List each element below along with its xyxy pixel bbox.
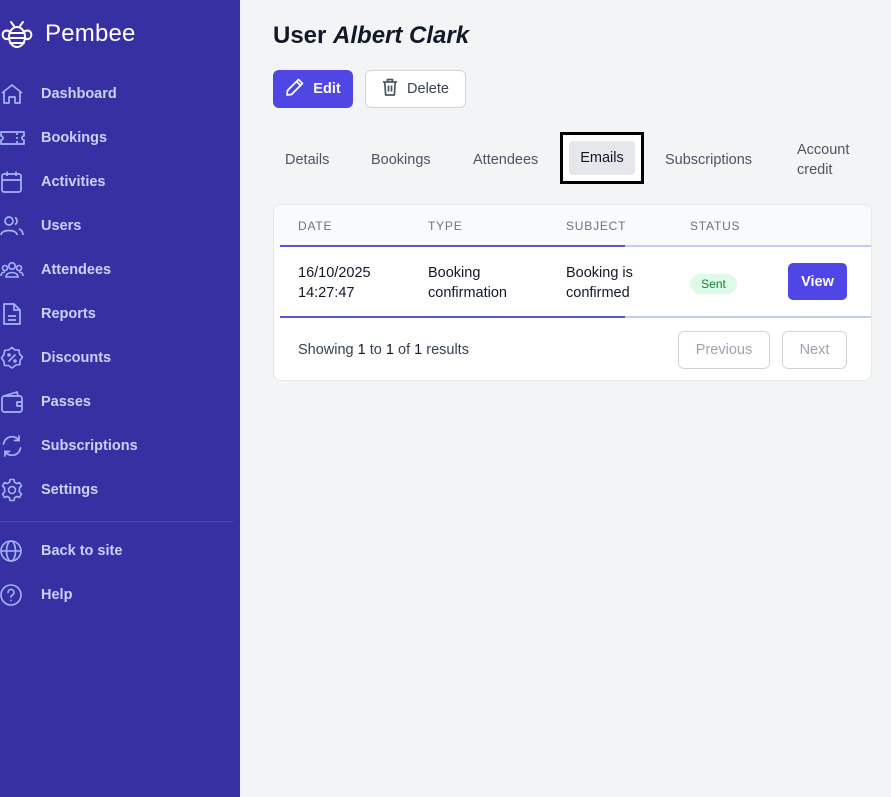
edit-button[interactable]: Edit [273, 70, 353, 108]
tab-emails-highlight: Emails [560, 132, 644, 184]
brand[interactable]: Pembee [0, 16, 136, 52]
tab-account-credit-line2: credit [797, 162, 833, 178]
tab-details[interactable]: Details [285, 150, 329, 170]
column-header-status: STATUS [690, 219, 741, 233]
status-badge: Sent [690, 274, 737, 294]
scrollbar-track[interactable] [625, 316, 871, 318]
tab-account-credit-line1: Account [797, 142, 850, 158]
results-to-word: to [369, 342, 382, 358]
header-scroll-track [625, 245, 871, 247]
tab-account-credit[interactable]: Account credit [797, 140, 849, 180]
delete-button-label: Delete [407, 81, 449, 97]
sidebar-item-label: Back to site [41, 543, 123, 559]
sidebar: Pembee Dashboard Bookings Activities Use… [0, 0, 240, 797]
user-group-icon [0, 257, 26, 283]
tab-emails[interactable]: Emails [569, 141, 635, 175]
column-header-subject: SUBJECT [566, 219, 627, 233]
main-content: User Albert Clark Edit Delete Details Bo… [240, 0, 891, 797]
brand-name: Pembee [45, 20, 136, 47]
cell-date: 16/10/2025 14:27:47 [298, 263, 371, 303]
sidebar-item-label: Subscriptions [41, 438, 138, 454]
delete-button[interactable]: Delete [365, 70, 466, 108]
sidebar-item-reports[interactable]: Reports [0, 298, 232, 330]
sidebar-item-label: Dashboard [41, 86, 117, 102]
bee-logo-icon [0, 16, 36, 52]
scrollbar-thumb[interactable] [280, 316, 625, 318]
cell-type-line2: confirmation [428, 285, 507, 301]
results-total: 1 [414, 342, 423, 358]
users-icon [0, 213, 26, 239]
question-icon [0, 582, 26, 608]
sidebar-item-activities[interactable]: Activities [0, 166, 232, 198]
cell-subject-line1: Booking is [566, 265, 633, 281]
cell-subject-line2: confirmed [566, 285, 630, 301]
sidebar-item-discounts[interactable]: Discounts [0, 342, 232, 374]
sidebar-item-bookings[interactable]: Bookings [0, 122, 232, 154]
trash-icon [382, 78, 398, 100]
sidebar-divider [0, 521, 233, 522]
sidebar-item-label: Attendees [41, 262, 112, 278]
edit-button-label: Edit [313, 81, 341, 97]
results-word: results [426, 342, 469, 358]
sidebar-item-label: Settings [41, 482, 99, 498]
wallet-icon [0, 389, 26, 415]
cell-type: Booking confirmation [428, 263, 507, 303]
cell-date-time: 14:27:47 [298, 285, 355, 301]
header-scroll-indicator [280, 245, 625, 247]
page-title-user-name: Albert Clark [333, 22, 470, 49]
sidebar-item-label: Discounts [41, 350, 112, 366]
cell-type-line1: Booking [428, 265, 481, 281]
page-title-prefix: User [273, 22, 327, 49]
ticket-icon [0, 125, 26, 151]
sidebar-item-passes[interactable]: Passes [0, 386, 232, 418]
results-summary: Showing 1 to 1 of 1 results [298, 342, 469, 358]
column-header-date: DATE [298, 219, 333, 233]
document-icon [0, 301, 26, 327]
next-button[interactable]: Next [782, 331, 847, 369]
sidebar-item-users[interactable]: Users [0, 210, 232, 242]
sidebar-item-settings[interactable]: Settings [0, 474, 232, 506]
cell-date-day: 16/10/2025 [298, 265, 371, 281]
percent-badge-icon [0, 345, 26, 371]
column-header-type: TYPE [428, 219, 463, 233]
emails-table-card: DATE TYPE SUBJECT STATUS 16/10/2025 14:2… [273, 204, 872, 381]
view-button[interactable]: View [788, 263, 847, 300]
refresh-icon [0, 433, 26, 459]
sidebar-item-help[interactable]: Help [0, 579, 232, 611]
table-header: DATE TYPE SUBJECT STATUS [274, 205, 871, 247]
sidebar-item-attendees[interactable]: Attendees [0, 254, 232, 286]
results-to: 1 [385, 342, 394, 358]
cell-subject: Booking is confirmed [566, 263, 633, 303]
calendar-icon [0, 169, 26, 195]
results-showing-word: Showing [298, 342, 354, 358]
results-of-word: of [398, 342, 411, 358]
tab-bookings[interactable]: Bookings [371, 150, 431, 170]
globe-icon [0, 538, 26, 564]
previous-button[interactable]: Previous [678, 331, 770, 369]
sidebar-item-label: Reports [41, 306, 96, 322]
sidebar-item-label: Passes [41, 394, 91, 410]
pencil-icon [285, 77, 305, 101]
tab-attendees[interactable]: Attendees [473, 150, 538, 170]
sidebar-item-subscriptions[interactable]: Subscriptions [0, 430, 232, 462]
home-icon [0, 81, 26, 107]
sidebar-item-label: Users [41, 218, 82, 234]
sidebar-item-back-to-site[interactable]: Back to site [0, 535, 232, 567]
sidebar-item-label: Bookings [41, 130, 108, 146]
sidebar-item-label: Help [41, 587, 73, 603]
gear-icon [0, 477, 26, 503]
tab-subscriptions[interactable]: Subscriptions [665, 150, 752, 170]
page-title: User Albert Clark [273, 22, 469, 50]
results-from: 1 [357, 342, 366, 358]
sidebar-item-dashboard[interactable]: Dashboard [0, 78, 232, 110]
sidebar-item-label: Activities [41, 174, 106, 190]
